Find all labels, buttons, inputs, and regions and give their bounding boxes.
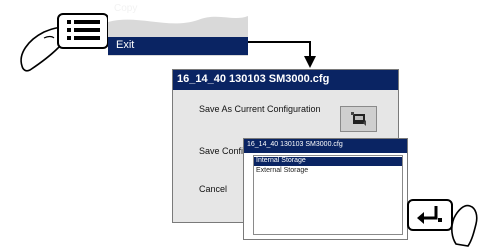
dialog-title: 16_14_40 130103 SM3000.cfg [177, 73, 330, 85]
cancel-option[interactable]: Cancel [199, 184, 227, 194]
menu-list-icon[interactable] [57, 13, 109, 49]
save-configuration-button[interactable] [340, 106, 377, 132]
menu-item-copy[interactable]: Copy [114, 3, 137, 14]
enter-return-icon[interactable] [407, 199, 453, 231]
storage-dialog-title: 16_14_40 130103 SM3000.cfg [247, 141, 343, 148]
arrow-down-icon [248, 41, 316, 68]
storage-option-label: Internal Storage [256, 157, 306, 164]
save-configuration-icon [351, 112, 366, 126]
storage-option-external[interactable]: External Storage [256, 167, 308, 174]
menu-item-exit[interactable]: Exit [108, 37, 248, 55]
storage-option-internal[interactable]: Internal Storage [254, 157, 402, 166]
save-config-option[interactable]: Save Config [199, 146, 248, 156]
menu-key-press-illustration [20, 13, 109, 72]
finger-press-icon [451, 204, 478, 247]
enter-key-press-illustration [407, 199, 478, 247]
menu-item-exit-label: Exit [116, 39, 135, 51]
storage-list: Internal Storage External Storage [253, 155, 403, 235]
storage-select-dialog: 16_14_40 130103 SM3000.cfg Internal Stor… [243, 138, 408, 240]
dialog-title-bar: 16_14_40 130103 SM3000.cfg [173, 70, 398, 90]
save-as-current-option[interactable]: Save As Current Configuration [199, 104, 321, 114]
storage-dialog-title-bar: 16_14_40 130103 SM3000.cfg [244, 139, 407, 153]
